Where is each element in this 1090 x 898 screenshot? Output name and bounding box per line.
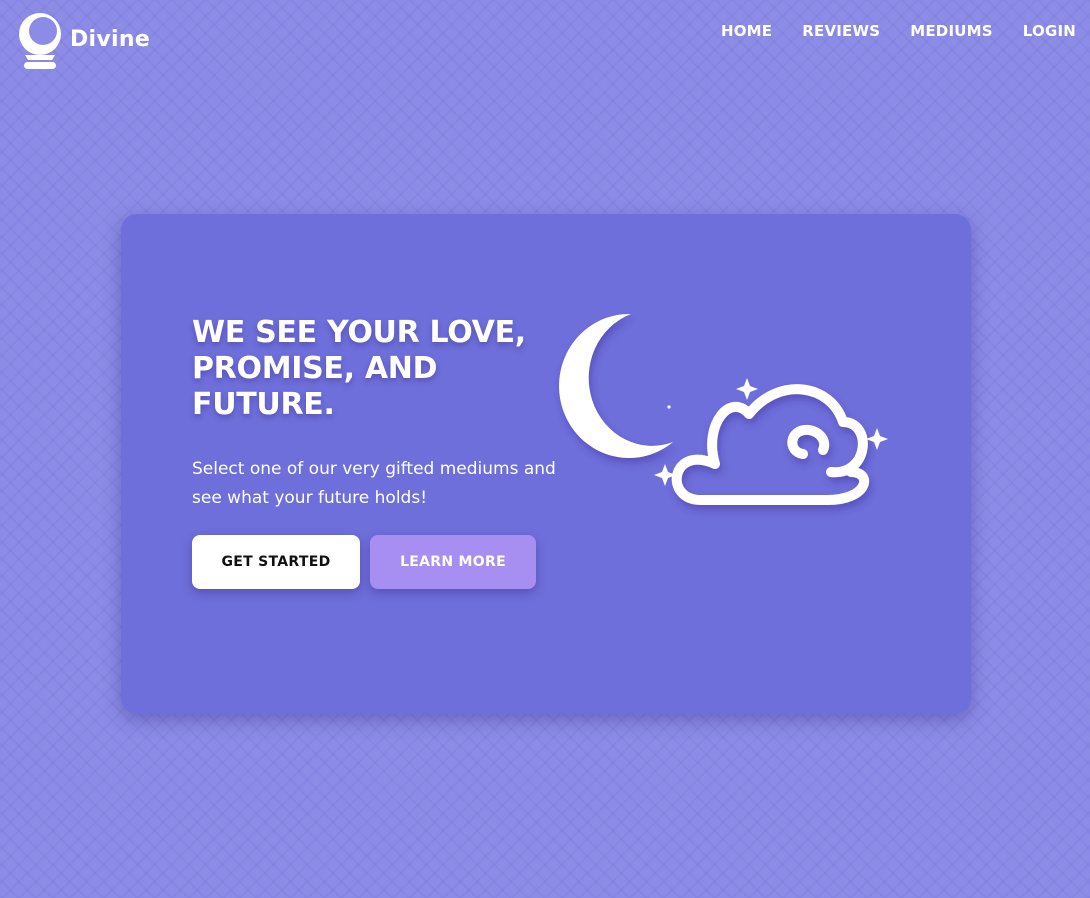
nav-login-link[interactable]: LOGIN (1023, 22, 1076, 40)
brand-logo[interactable]: Divine (16, 10, 150, 72)
nav-reviews-link[interactable]: REVIEWS (802, 22, 880, 40)
crystal-ball-icon (19, 13, 61, 69)
cloud-icon (671, 384, 870, 505)
nav-mediums-link[interactable]: MEDIUMS (910, 22, 993, 40)
hero-title: WE SEE YOUR LOVE, PROMISE, AND FUTURE. (192, 315, 526, 422)
hero-subtitle: Select one of our very gifted mediums an… (192, 459, 556, 508)
moon-icon (559, 313, 673, 458)
hero-card: WE SEE YOUR LOVE, PROMISE, AND FUTURE. S… (121, 214, 971, 714)
brand-name: Divine (70, 26, 151, 52)
main-nav: HOME REVIEWS MEDIUMS LOGIN (721, 22, 1076, 40)
get-started-button[interactable]: GET STARTED (192, 535, 360, 589)
hero-illustration (559, 313, 888, 505)
learn-more-button[interactable]: LEARN MORE (370, 535, 536, 589)
nav-home-link[interactable]: HOME (721, 22, 772, 40)
site-header: Divine HOME REVIEWS MEDIUMS LOGIN (0, 0, 1090, 80)
